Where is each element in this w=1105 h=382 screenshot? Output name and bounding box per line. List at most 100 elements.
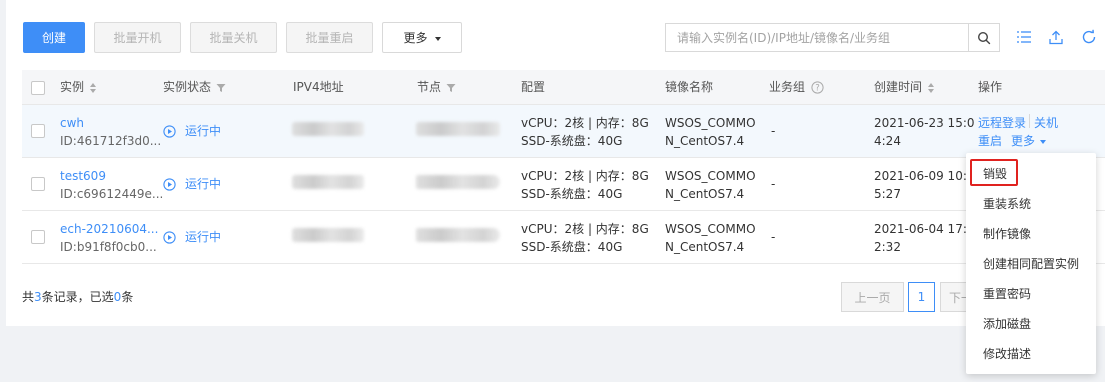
instance-id: ID:b91f8f0cb0... (60, 240, 157, 254)
upload-icon[interactable] (1046, 27, 1066, 47)
status-badge: 运行中 (163, 122, 221, 140)
caret-down-icon (1040, 140, 1047, 144)
header-ipv4: IPV4地址 (293, 80, 344, 94)
summary-suffix: 条 (121, 290, 134, 304)
header-group: 业务组 ? (769, 70, 824, 105)
header-instance[interactable]: 实例 (60, 70, 97, 105)
header-created[interactable]: 创建时间 (874, 70, 935, 105)
menu-item-clone-instance[interactable]: 创建相同配置实例 (966, 249, 1096, 279)
row-checkbox[interactable] (31, 124, 45, 138)
search-icon (977, 31, 991, 44)
play-circle-icon (163, 177, 176, 191)
sort-icon (90, 82, 97, 93)
business-group: - (771, 177, 776, 191)
play-circle-icon (163, 230, 176, 244)
batch-restart-button[interactable]: 批量重启 (286, 22, 373, 53)
header-config: 配置 (521, 80, 546, 94)
created-time-line2: 5:27 (874, 187, 901, 201)
created-time-line2: 4:24 (874, 134, 901, 148)
batch-stop-button[interactable]: 批量关机 (190, 22, 277, 53)
created-time-line2: 2:32 (874, 240, 901, 254)
main-panel: 创建 批量开机 批量关机 批量重启 更多 请输入实例名(ID)/IP地址/镜像名… (6, 0, 1105, 326)
instance-name-link[interactable]: cwh (60, 114, 84, 132)
header-node-label: 节点 (417, 80, 442, 94)
redacted-ip (292, 122, 364, 136)
instance-id: ID:c69612449e... (60, 187, 164, 201)
header-created-label: 创建时间 (874, 80, 923, 94)
sort-icon (928, 82, 935, 93)
filter-icon (446, 83, 456, 92)
instance-id: ID:461712f3d0... (60, 134, 162, 148)
table-row: cwh ID:461712f3d0... 运行中 vCPU：2核 | 内存：8G… (22, 105, 1105, 158)
business-group: - (771, 230, 776, 244)
prev-page-button[interactable]: 上一页 (841, 282, 904, 312)
search-button[interactable] (968, 23, 999, 52)
search-box (665, 23, 1000, 52)
header-status-label: 实例状态 (163, 80, 212, 94)
more-button-label: 更多 (403, 31, 428, 45)
summary-mid: 条记录，已选 (41, 290, 114, 304)
remote-login-link[interactable]: 远程登录 (978, 114, 1026, 132)
menu-item-edit-description[interactable]: 修改描述 (966, 339, 1096, 369)
refresh-icon[interactable] (1079, 27, 1099, 47)
menu-item-add-disk[interactable]: 添加磁盘 (966, 309, 1096, 339)
status-text: 运行中 (185, 230, 222, 244)
status-text: 运行中 (185, 177, 222, 191)
header-node[interactable]: 节点 (417, 70, 456, 105)
summary-prefix: 共 (22, 290, 35, 304)
header-status[interactable]: 实例状态 (163, 70, 226, 105)
status-badge: 运行中 (163, 175, 221, 193)
restart-link[interactable]: 重启 (978, 132, 1002, 150)
create-button[interactable]: 创建 (23, 22, 85, 53)
highlight-box (970, 159, 1018, 186)
menu-item-reset-password[interactable]: 重置密码 (966, 279, 1096, 309)
created-time-line1: 2021-06-23 15:0 (874, 116, 975, 130)
config-disk: SSD-系统盘：40G (521, 187, 623, 201)
instance-name-link[interactable]: ech-20210604... (60, 220, 158, 238)
config-cpu-mem: vCPU：2核 | 内存：8G (521, 222, 649, 236)
table-row: test609 ID:c69612449e... 运行中 vCPU：2核 | 内… (22, 158, 1105, 211)
image-name-line2: N_CentOS7.4 (665, 187, 745, 201)
status-text: 运行中 (185, 124, 222, 138)
business-group: - (771, 124, 776, 138)
config-cpu-mem: vCPU：2核 | 内存：8G (521, 169, 649, 183)
row-checkbox[interactable] (31, 230, 45, 244)
menu-item-create-image[interactable]: 制作镜像 (966, 219, 1096, 249)
config-cpu-mem: vCPU：2核 | 内存：8G (521, 116, 649, 130)
play-circle-icon (163, 124, 176, 138)
more-button[interactable]: 更多 (382, 22, 462, 53)
help-icon[interactable]: ? (811, 81, 824, 94)
table-row: ech-20210604... ID:b91f8f0cb0... 运行中 vCP… (22, 211, 1105, 264)
redacted-node (416, 228, 500, 242)
config-disk: SSD-系统盘：40G (521, 240, 623, 254)
shutdown-link[interactable]: 关机 (1034, 114, 1058, 132)
instance-name-link[interactable]: test609 (60, 167, 106, 185)
search-input[interactable] (666, 24, 970, 51)
image-name-line2: N_CentOS7.4 (665, 134, 745, 148)
redacted-node (416, 122, 500, 136)
list-settings-icon[interactable] (1014, 27, 1034, 47)
image-name-line1: WSOS_COMMO (665, 116, 756, 130)
image-name-line1: WSOS_COMMO (665, 169, 756, 183)
redacted-ip (292, 228, 364, 242)
page-number-button[interactable]: 1 (908, 282, 935, 312)
select-all-checkbox[interactable] (31, 81, 45, 95)
redacted-node (416, 175, 500, 189)
header-instance-label: 实例 (60, 80, 85, 94)
redacted-ip (292, 175, 364, 189)
batch-start-button[interactable]: 批量开机 (94, 22, 181, 53)
divider (1029, 114, 1030, 128)
table-header: 实例 实例状态 IPV4地址 节点 配置 镜像名称 业务组 ? 创建时间 操作 (22, 70, 1105, 105)
image-name-line1: WSOS_COMMO (665, 222, 756, 236)
row-checkbox[interactable] (31, 177, 45, 191)
menu-item-reinstall[interactable]: 重装系统 (966, 189, 1096, 219)
caret-down-icon (434, 36, 441, 41)
config-disk: SSD-系统盘：40G (521, 134, 623, 148)
header-image: 镜像名称 (665, 80, 714, 94)
header-group-label: 业务组 (769, 80, 806, 94)
header-actions: 操作 (978, 80, 1003, 94)
status-badge: 运行中 (163, 228, 221, 246)
created-time-line1: 2021-06-04 17:2 (874, 222, 975, 236)
total-count: 3 (34, 290, 42, 304)
more-actions-link[interactable]: 更多 (1011, 132, 1047, 150)
